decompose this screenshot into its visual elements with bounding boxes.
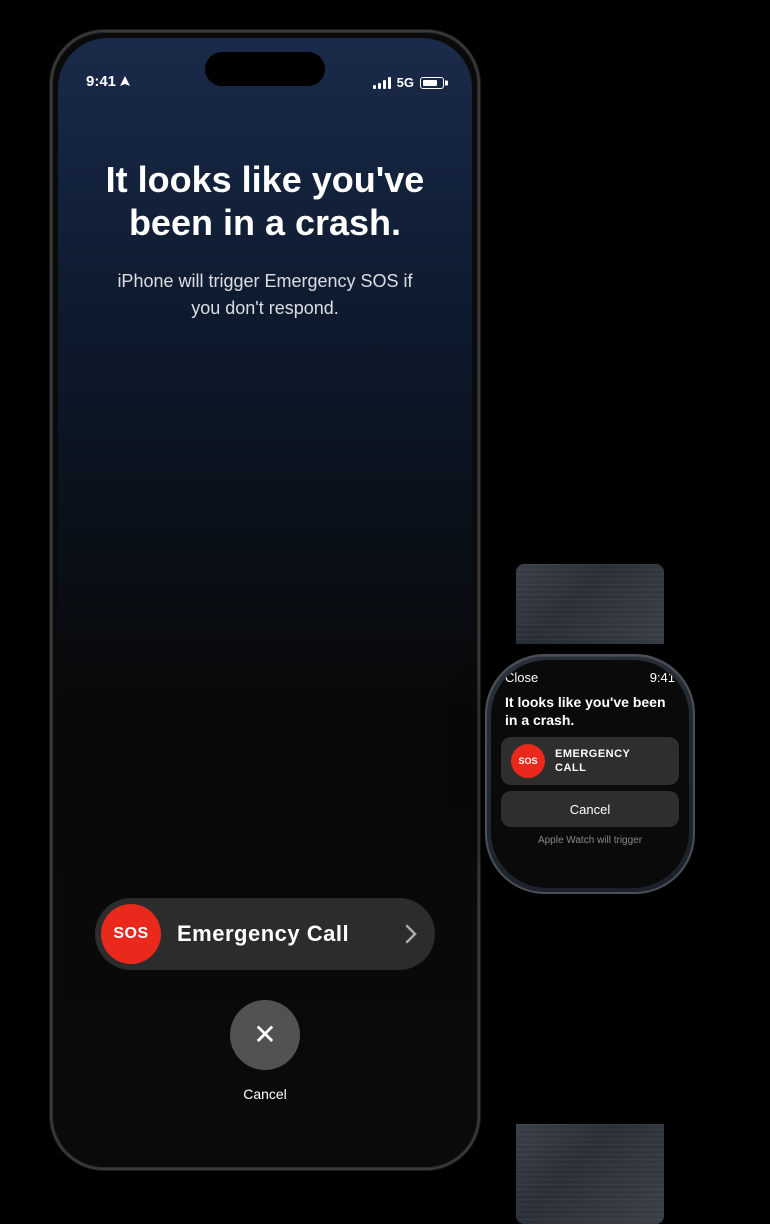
mute-button — [50, 172, 52, 212]
crash-subtitle: iPhone will trigger Emergency SOS if you… — [58, 244, 472, 322]
dynamic-island — [205, 52, 325, 86]
watch-sos-circle: SOS — [511, 744, 545, 778]
sos-circle-button[interactable]: SOS — [101, 904, 161, 964]
watch-crash-title: It looks like you've been in a crash. — [491, 689, 689, 737]
emergency-call-label: Emergency Call — [177, 921, 349, 947]
watch-band-top — [516, 564, 664, 644]
cancel-button[interactable]: ✕ — [230, 1000, 300, 1070]
watch-body: Close 9:41 It looks like you've been in … — [485, 654, 695, 894]
status-time: 9:41 — [86, 73, 130, 90]
watch-cancel-button[interactable]: Cancel — [501, 791, 679, 827]
chevron-right-icon — [405, 924, 417, 944]
watch-trigger-text: Apple Watch will trigger — [491, 833, 689, 848]
watch-band-bottom — [516, 1124, 664, 1224]
battery-icon — [420, 77, 444, 89]
watch-screen: Close 9:41 It looks like you've been in … — [491, 660, 689, 888]
watch-sos-label: SOS — [518, 756, 537, 766]
sos-slider[interactable]: SOS Emergency Call — [95, 898, 435, 970]
watch-cancel-label: Cancel — [570, 802, 610, 817]
status-icons: 5G — [373, 75, 444, 90]
crash-title: It looks like you've been in a crash. — [58, 118, 472, 244]
watch-header: Close 9:41 — [491, 660, 689, 689]
band-texture-top — [516, 564, 664, 644]
cancel-section: ✕ Cancel — [230, 1000, 300, 1102]
watch-close-button[interactable]: Close — [505, 670, 538, 685]
location-icon — [120, 76, 130, 88]
watch-time: 9:41 — [650, 670, 675, 685]
iphone-screen: 9:41 5G — [58, 38, 472, 1162]
iphone-bottom-controls: SOS Emergency Call ✕ Cancel — [58, 898, 472, 1102]
band-texture-bottom — [516, 1124, 664, 1224]
signal-bars — [373, 77, 391, 89]
x-icon: ✕ — [253, 1021, 276, 1049]
battery-fill — [423, 80, 437, 86]
cancel-label: Cancel — [243, 1086, 287, 1102]
network-type: 5G — [397, 75, 414, 90]
watch-emergency-call-label: EMERGENCYCALL — [555, 747, 630, 776]
iphone-device: 9:41 5G — [50, 30, 480, 1170]
watch-sos-button[interactable]: SOS EMERGENCYCALL — [501, 737, 679, 785]
battery-body — [420, 77, 444, 89]
sos-icon-label: SOS — [113, 925, 148, 943]
volume-down-button — [50, 312, 52, 372]
watch-crown — [693, 736, 695, 766]
apple-watch-wrapper: Close 9:41 It looks like you've been in … — [430, 624, 750, 1144]
volume-up-button — [50, 232, 52, 292]
